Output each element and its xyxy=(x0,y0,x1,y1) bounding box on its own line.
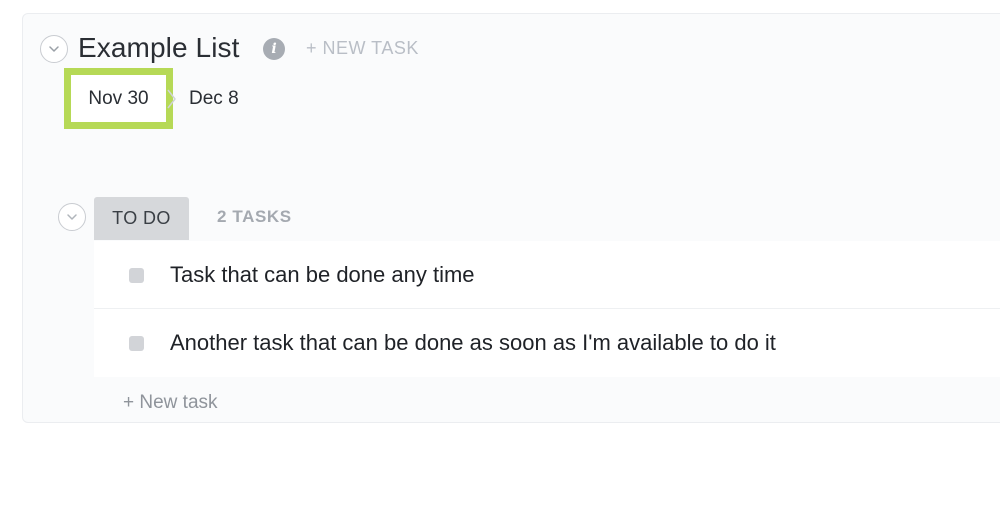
group-collapse-button[interactable] xyxy=(58,203,86,231)
status-badge[interactable]: TO DO xyxy=(94,197,189,240)
end-date[interactable]: Dec 8 xyxy=(189,88,239,110)
list-collapse-button[interactable] xyxy=(40,35,68,63)
task-count: 2 TASKS xyxy=(217,207,292,226)
new-task-button[interactable]: + NEW TASK xyxy=(306,38,419,59)
task-status-checkbox[interactable] xyxy=(129,336,144,351)
task-status-checkbox[interactable] xyxy=(129,268,144,283)
start-date[interactable]: Nov 30 xyxy=(64,68,173,129)
task-row[interactable]: Task that can be done any time xyxy=(94,241,1000,309)
chevron-down-icon xyxy=(67,214,77,220)
chevron-down-icon xyxy=(49,46,59,52)
task-name[interactable]: Another task that can be done as soon as… xyxy=(170,330,776,356)
chevron-right-icon xyxy=(167,89,176,109)
task-name[interactable]: Task that can be done any time xyxy=(170,262,475,288)
list-title: Example List xyxy=(78,32,240,63)
task-list: Task that can be done any time Another t… xyxy=(94,241,1000,377)
task-row[interactable]: Another task that can be done as soon as… xyxy=(94,309,1000,377)
info-icon[interactable]: i xyxy=(263,38,285,60)
add-task-button[interactable]: + New task xyxy=(123,392,218,414)
